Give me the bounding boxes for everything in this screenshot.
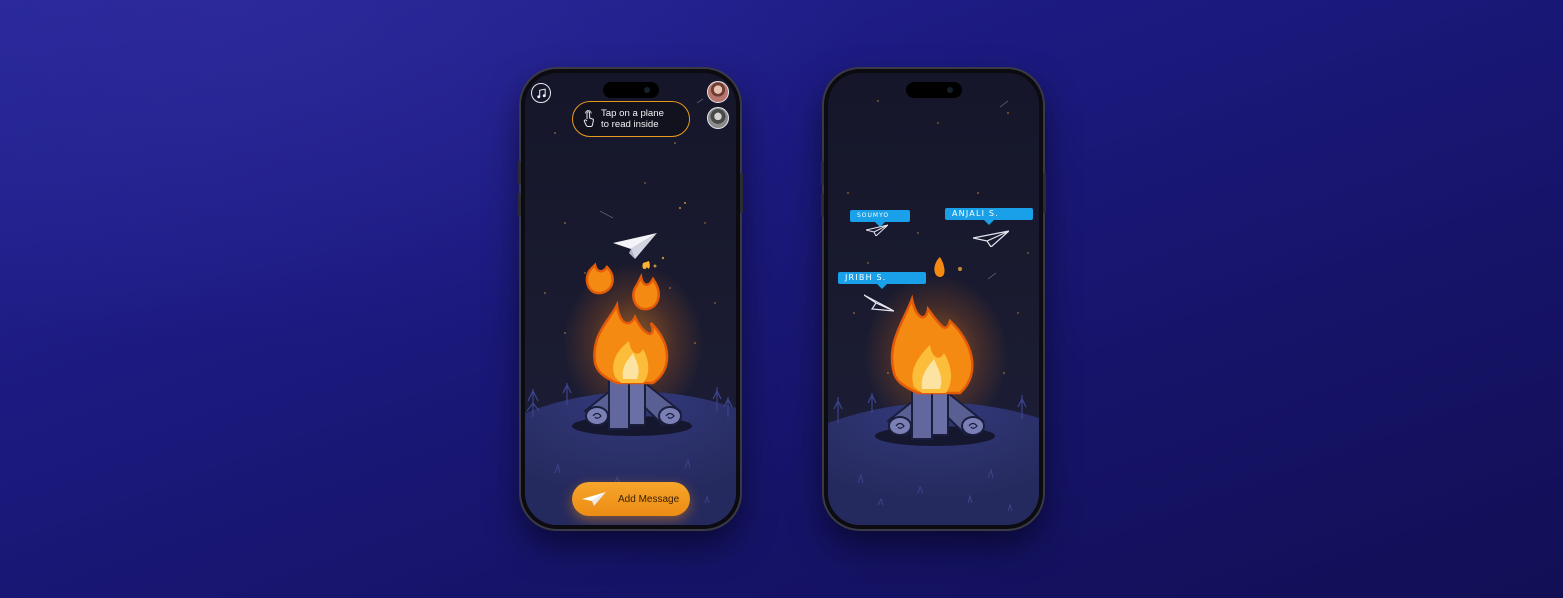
paper-plane-icon[interactable]	[866, 224, 888, 236]
tap-hint-text: Tap on a plane to read inside	[601, 108, 664, 130]
tap-hint-pill: Tap on a plane to read inside	[572, 101, 690, 137]
phone-mockup-home: Tap on a plane to read inside Add Messag…	[518, 69, 743, 529]
paper-plane-icon[interactable]	[864, 291, 894, 313]
volume-down-key	[821, 193, 824, 217]
paper-plane-icon	[582, 492, 606, 506]
avatar-female[interactable]	[707, 81, 729, 103]
campfire-scene	[828, 100, 1039, 525]
power-key	[740, 173, 743, 213]
paper-plane	[613, 233, 657, 259]
plane-label-jribh[interactable]: JRIBH S.	[838, 272, 926, 289]
volume-up-key	[821, 161, 824, 185]
dynamic-island	[602, 82, 659, 98]
shooting-stars	[987, 100, 1009, 280]
tap-finger-icon	[583, 110, 594, 127]
music-note-icon	[536, 88, 546, 98]
volume-down-key	[518, 193, 521, 217]
phone-mockup-planes: SOUMYO ANJALI S. JRIBH S.	[821, 69, 1046, 529]
add-message-label: Add Message	[618, 493, 680, 505]
avatar-male[interactable]	[707, 107, 729, 129]
app-screen-home: Tap on a plane to read inside Add Messag…	[525, 73, 736, 525]
music-toggle-button[interactable]	[531, 83, 551, 103]
add-message-button[interactable]: Add Message	[572, 482, 690, 516]
volume-up-key	[518, 161, 521, 185]
plane-label-soumyo[interactable]: SOUMYO	[850, 210, 910, 227]
app-screen-planes: SOUMYO ANJALI S. JRIBH S.	[828, 73, 1039, 525]
campfire-scene	[525, 98, 736, 525]
plane-label-anjali[interactable]: ANJALI S.	[945, 208, 1033, 225]
paper-plane-icon[interactable]	[973, 229, 1009, 247]
dynamic-island	[905, 82, 962, 98]
power-key	[1043, 173, 1046, 213]
